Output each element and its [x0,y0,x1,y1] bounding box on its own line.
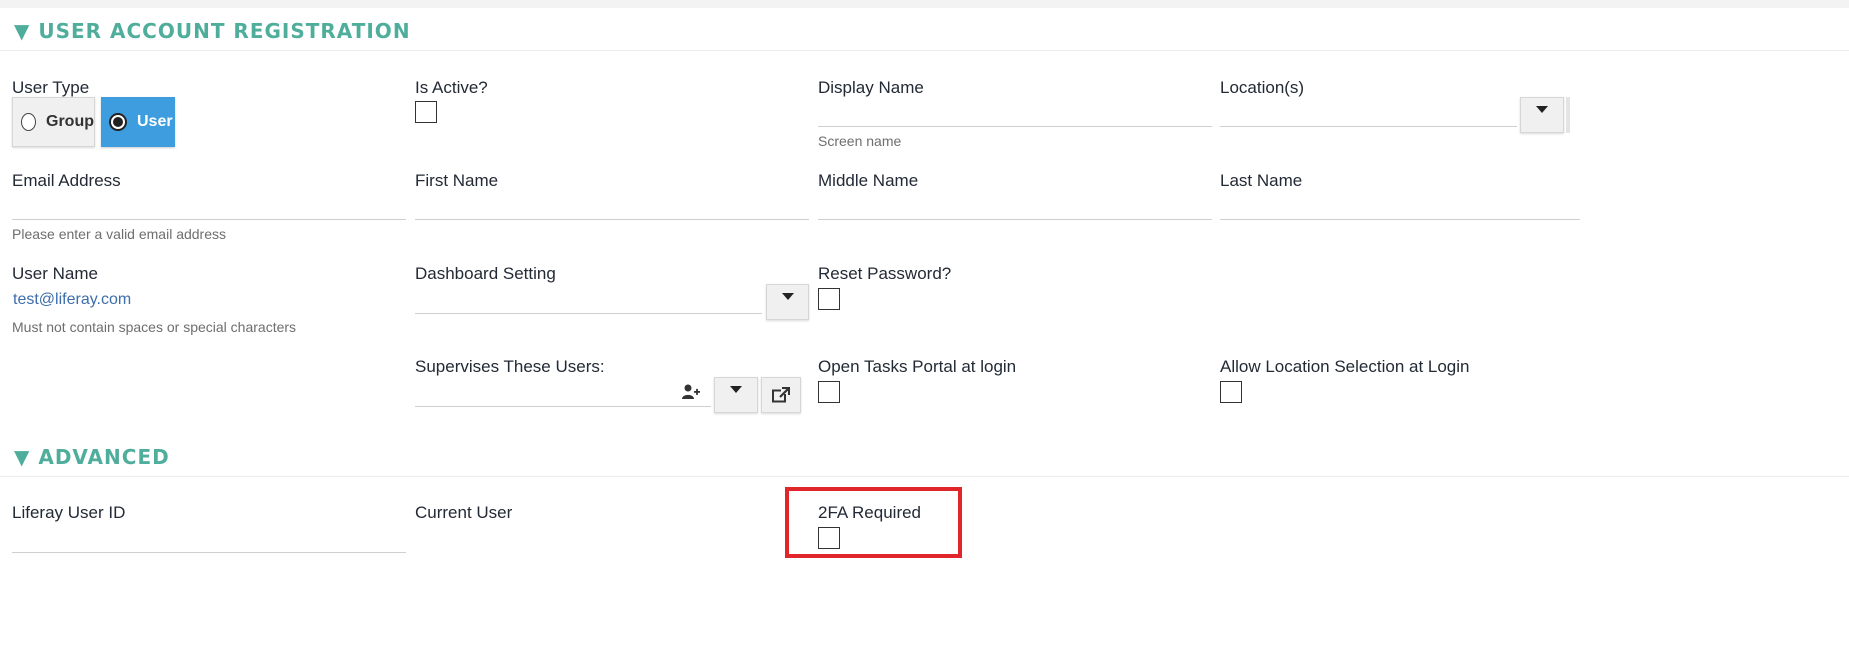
display-name-hint: Screen name [818,133,902,149]
is-active-label: Is Active? [415,78,488,97]
liferay-user-id-label: Liferay User ID [12,503,126,522]
section-title-registration[interactable]: ▼ USER ACCOUNT REGISTRATION [14,19,411,43]
radio-selected-icon [109,113,127,131]
radio-unselected-icon [21,113,36,131]
user-type-group-label: Group [46,113,94,130]
email-label: Email Address [12,171,121,190]
external-link-icon [772,387,790,403]
middle-name-input[interactable] [818,219,1212,220]
locations-input[interactable] [1220,126,1517,127]
reset-password-label: Reset Password? [818,264,952,283]
last-name-input[interactable] [1220,219,1580,220]
dashboard-setting-label: Dashboard Setting [415,264,556,283]
locations-label: Location(s) [1220,78,1305,97]
top-bar [0,0,1849,8]
allow-location-label: Allow Location Selection at Login [1220,357,1470,376]
is-active-checkbox[interactable] [415,101,437,123]
user-name-label: User Name [12,264,98,283]
supervises-dropdown-button[interactable] [714,377,758,413]
middle-name-label: Middle Name [818,171,919,190]
user-name-value[interactable]: test@liferay.com [13,291,131,309]
user-type-user-option[interactable]: User [101,97,175,147]
supervises-open-button[interactable] [761,377,801,413]
current-user-label: Current User [415,503,513,522]
display-name-label: Display Name [818,78,924,97]
last-name-label: Last Name [1220,171,1303,190]
first-name-label: First Name [415,171,499,190]
open-tasks-label: Open Tasks Portal at login [818,357,1017,376]
email-hint: Please enter a valid email address [12,226,227,242]
reset-password-checkbox[interactable] [818,288,840,310]
user-type-label: User Type [12,78,90,97]
locations-dropdown-button[interactable] [1520,97,1564,133]
caret-down-icon [781,293,794,300]
supervises-label: Supervises These Users: [415,357,605,376]
liferay-user-id-input[interactable] [12,552,406,553]
caret-down-icon [1536,106,1548,113]
section-divider [0,50,1849,51]
dashboard-setting-dropdown-button[interactable] [766,284,809,320]
user-type-group-option[interactable]: Group [12,97,95,147]
twofa-checkbox[interactable] [818,527,840,549]
user-plus-icon[interactable] [682,384,700,400]
user-name-hint: Must not contain spaces or special chara… [12,319,297,335]
first-name-input[interactable] [415,219,809,220]
caret-down-icon [730,386,742,393]
open-tasks-checkbox[interactable] [818,381,840,403]
dashboard-setting-input[interactable] [415,313,762,314]
allow-location-checkbox[interactable] [1220,381,1242,403]
section-divider [0,476,1849,477]
locations-secondary-button[interactable] [1566,97,1570,133]
twofa-label: 2FA Required [818,503,922,522]
user-type-user-label: User [137,113,173,130]
email-input[interactable] [12,219,406,220]
supervises-input[interactable] [415,406,711,407]
display-name-input[interactable] [818,126,1212,127]
section-title-advanced[interactable]: ▼ ADVANCED [14,445,170,469]
